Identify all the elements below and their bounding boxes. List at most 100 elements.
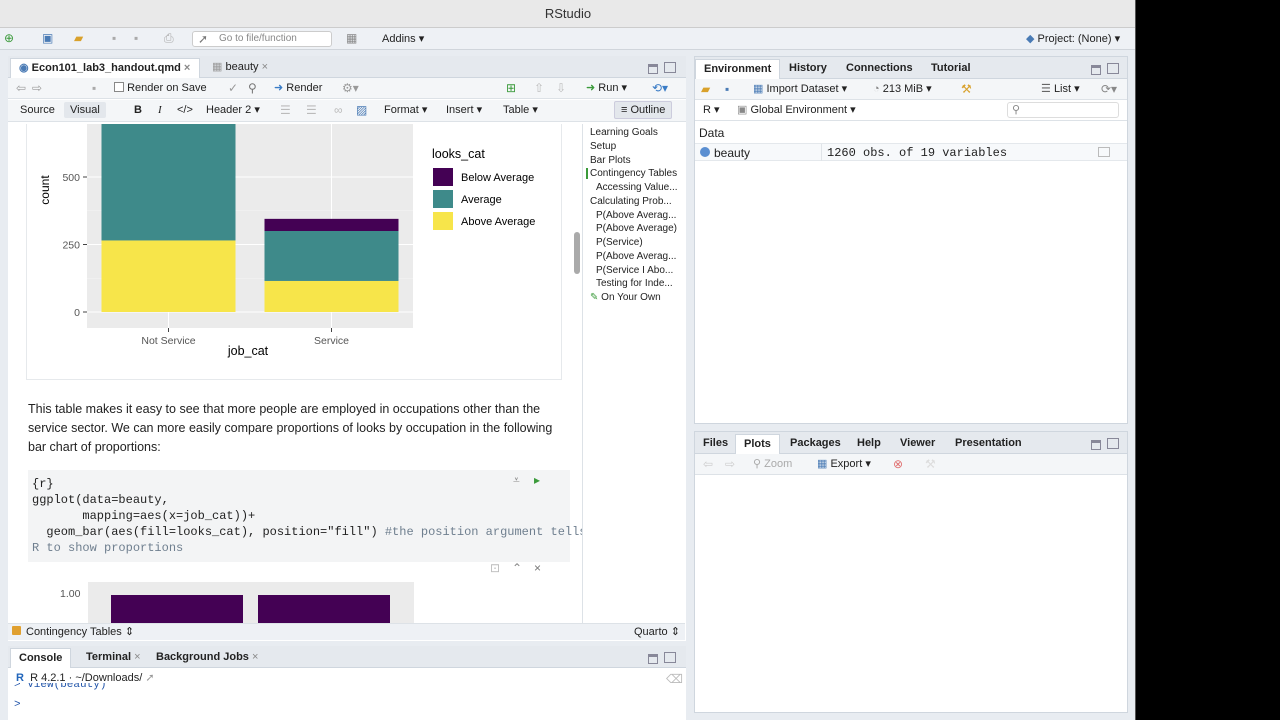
maximize-icon[interactable] <box>664 62 676 73</box>
outline-item[interactable]: Setup <box>590 141 682 152</box>
tab-plots[interactable]: Plots <box>735 434 780 454</box>
search-icon[interactable]: ⚲ <box>248 81 257 95</box>
view-table-icon[interactable] <box>1098 147 1110 157</box>
refresh-icon[interactable]: ⟳▾ <box>1101 82 1117 96</box>
export-menu[interactable]: ▦ Export ▾ <box>817 456 871 472</box>
forward-icon[interactable]: ⇨ <box>32 81 42 95</box>
remove-plot-icon[interactable]: ⊗ <box>893 457 903 471</box>
outline-item[interactable]: P(Above Average) <box>596 223 688 234</box>
go-to-file-input[interactable]: Go to file/function <box>192 31 332 47</box>
output-options-icon[interactable]: ⊡ <box>490 561 500 575</box>
chunk-options-icon[interactable]: ⩡ <box>513 473 520 487</box>
minimize-icon[interactable] <box>648 654 658 664</box>
numbered-list-icon[interactable]: ☰ <box>306 103 317 117</box>
render-on-save-checkbox[interactable]: Render on Save <box>114 80 207 96</box>
visual-editor[interactable]: 0 250 500 Not Service Service count job_cat… <box>8 124 582 623</box>
scrollbar-thumb[interactable] <box>574 232 580 274</box>
settings-gear-icon[interactable]: ⚙▾ <box>342 81 359 95</box>
outline-item[interactable]: P(Service) <box>596 237 688 248</box>
save-icon[interactable]: ▪ <box>92 81 96 95</box>
tab-environment[interactable]: Environment <box>695 59 781 79</box>
clear-output-icon[interactable]: × <box>534 561 541 575</box>
tab-viewer[interactable]: Viewer <box>892 434 943 454</box>
clear-console-icon[interactable]: ⌫ <box>666 672 683 686</box>
broom-icon[interactable]: ⚒ <box>961 82 972 96</box>
close-icon[interactable]: × <box>184 62 190 74</box>
collapse-output-icon[interactable]: ⌃ <box>512 561 522 575</box>
render-button[interactable]: ➜ Render <box>274 80 322 96</box>
insert-chunk-icon[interactable]: ⊞ <box>506 81 516 95</box>
minimize-icon[interactable] <box>1091 440 1101 450</box>
file-type-menu[interactable]: Quarto ⇕ <box>634 624 680 640</box>
console-prompt[interactable]: > <box>14 699 21 711</box>
tab-files[interactable]: Files <box>695 434 736 454</box>
outline-item[interactable]: Testing for Inde... <box>596 278 688 289</box>
outline-item[interactable]: ✎ On Your Own <box>590 292 682 303</box>
insert-menu[interactable]: Insert ▾ <box>446 102 482 118</box>
addins-menu[interactable]: Addins ▾ <box>382 31 424 47</box>
run-button[interactable]: ➜ Run ▾ <box>586 80 627 96</box>
tab-beauty[interactable]: ▦ beauty × <box>204 58 276 78</box>
memory-usage-menu[interactable]: ◔ 213 MiB ▾ <box>873 81 932 97</box>
next-plot-icon[interactable]: ⇨ <box>725 457 735 471</box>
table-menu[interactable]: Table ▾ <box>503 102 538 118</box>
code-chunk[interactable]: {r} ggplot(data=beauty, mapping=aes(x=jo… <box>28 470 582 562</box>
italic-button[interactable]: I <box>158 102 162 118</box>
outline-item[interactable]: Learning Goals <box>590 127 682 138</box>
bullet-list-icon[interactable]: ☰ <box>280 103 291 117</box>
clear-plots-icon[interactable]: ⚒ <box>925 457 936 471</box>
section-navigator[interactable]: Contingency Tables ⇕ <box>26 624 134 640</box>
new-file-icon[interactable]: ⊕ <box>4 31 14 45</box>
bold-button[interactable]: B <box>134 102 142 118</box>
outline-item[interactable]: P(Above Averag... <box>596 251 688 262</box>
paragraph-text[interactable]: This table makes it easy to see that mor… <box>28 400 568 457</box>
link-icon[interactable]: ∞ <box>334 103 343 117</box>
outline-item[interactable]: P(Above Averag... <box>596 210 688 221</box>
minimize-icon[interactable] <box>648 64 658 74</box>
maximize-icon[interactable] <box>664 652 676 663</box>
grid-icon[interactable]: ▦ <box>346 31 357 45</box>
open-file-icon[interactable]: ▰ <box>74 31 83 45</box>
outline-item[interactable]: P(Service I Abo... <box>596 265 688 276</box>
view-mode-menu[interactable]: ☰ List ▾ <box>1041 81 1080 97</box>
env-row[interactable]: beauty 1260 obs. of 19 variables <box>695 143 1127 161</box>
source-mode-button[interactable]: Source <box>20 102 55 118</box>
run-chunk-icon[interactable]: ▸ <box>534 473 540 487</box>
project-menu[interactable]: ◆ Project: (None) ▾ <box>1026 31 1120 47</box>
visual-mode-button[interactable]: Visual <box>64 102 106 118</box>
format-menu[interactable]: Format ▾ <box>384 102 427 118</box>
close-icon[interactable]: × <box>134 651 140 663</box>
minimize-icon[interactable] <box>1091 65 1101 75</box>
rerun-icon[interactable]: ⟲▾ <box>652 81 668 95</box>
import-dataset-menu[interactable]: ▦ Import Dataset ▾ <box>753 81 847 97</box>
save-icon[interactable]: ▪ <box>112 31 116 45</box>
tab-help[interactable]: Help <box>849 434 889 454</box>
tab-console[interactable]: Console <box>10 648 72 668</box>
close-icon[interactable]: × <box>252 651 258 663</box>
up-icon[interactable]: ⇧ <box>534 81 544 95</box>
tab-qmd-file[interactable]: ◉ Econ101_lab3_handout.qmd × <box>10 58 200 78</box>
tab-packages[interactable]: Packages <box>782 434 849 454</box>
image-icon[interactable]: ▨ <box>356 103 367 117</box>
tab-presentation[interactable]: Presentation <box>947 434 1030 454</box>
maximize-icon[interactable] <box>1107 63 1119 74</box>
expand-icon[interactable] <box>700 147 710 157</box>
tab-background-jobs[interactable]: Background Jobs × <box>148 648 266 668</box>
outline-item[interactable]: Bar Plots <box>590 155 682 166</box>
goto-dir-icon[interactable]: ➚ <box>145 672 154 684</box>
print-icon[interactable]: ⎙ <box>164 31 174 45</box>
down-icon[interactable]: ⇩ <box>556 81 566 95</box>
tab-history[interactable]: History <box>781 59 835 79</box>
outline-item[interactable]: Calculating Prob... <box>590 196 682 207</box>
new-project-icon[interactable]: ▣ <box>42 31 53 45</box>
zoom-button[interactable]: ⚲ Zoom <box>753 456 792 472</box>
outline-item-current[interactable]: Contingency Tables <box>586 168 678 179</box>
spellcheck-icon[interactable]: ✓ <box>228 81 238 95</box>
tab-terminal[interactable]: Terminal × <box>78 648 149 668</box>
save-all-icon[interactable]: ▪ <box>134 31 138 45</box>
code-button[interactable]: </> <box>177 102 193 118</box>
tab-connections[interactable]: Connections <box>838 59 921 79</box>
outline-item[interactable]: Accessing Value... <box>596 182 688 193</box>
prev-plot-icon[interactable]: ⇦ <box>703 457 713 471</box>
tab-tutorial[interactable]: Tutorial <box>923 59 979 79</box>
